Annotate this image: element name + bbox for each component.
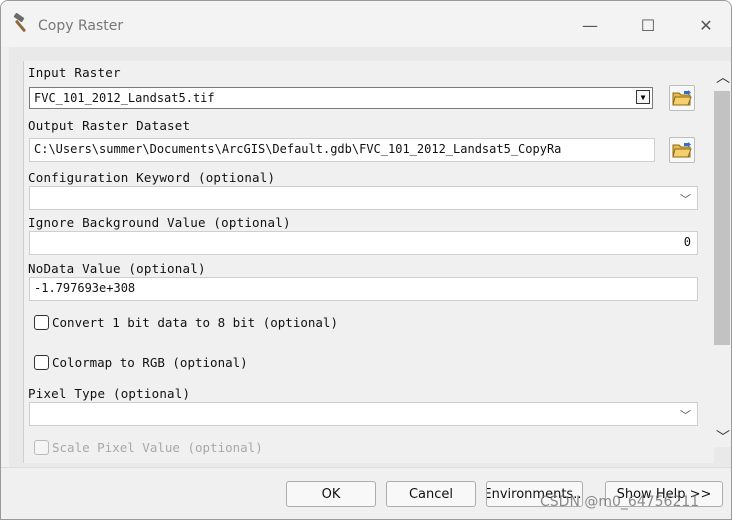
ignore-background-field[interactable]: 0 [29, 231, 698, 255]
scroll-down-arrow-icon[interactable]: ﹀ [716, 427, 730, 447]
copy-raster-dialog: Copy Raster — ☐ ✕ Input Raster FVC_101_2… [0, 0, 732, 520]
colormap-rgb-label: Colormap to RGB (optional) [52, 355, 248, 370]
pixel-type-select[interactable]: ﹀ [29, 402, 698, 426]
folder-open-icon[interactable] [669, 85, 695, 111]
output-raster-field[interactable]: C:\Users\summer\Documents\ArcGIS\Default… [29, 138, 655, 162]
pixel-type-label: Pixel Type (optional) [28, 386, 191, 401]
input-raster-label: Input Raster [28, 65, 121, 80]
chevron-down-icon: ﹀ [680, 193, 691, 206]
colormap-rgb-checkbox[interactable] [34, 355, 49, 370]
parameters-panel: Input Raster FVC_101_2012_Landsat5.tif ▼… [23, 61, 714, 463]
ignore-background-label: Ignore Background Value (optional) [28, 215, 291, 230]
window-title: Copy Raster [38, 18, 124, 34]
output-raster-value: C:\Users\summer\Documents\ArcGIS\Default… [34, 142, 562, 156]
input-raster-combo[interactable]: FVC_101_2012_Landsat5.tif ▼ [29, 87, 653, 109]
nodata-value: -1.797693e+308 [34, 281, 136, 295]
scale-pixel-label: Scale Pixel Value (optional) [52, 440, 263, 455]
cancel-button[interactable]: Cancel [386, 481, 476, 507]
close-button[interactable]: ✕ [690, 11, 722, 39]
chevron-down-icon: ﹀ [680, 409, 691, 422]
scroll-thumb[interactable] [714, 91, 730, 345]
chevron-down-icon[interactable]: ▼ [636, 90, 650, 104]
hammer-icon [11, 12, 33, 35]
watermark-text: CSDN @m0_64756211 [540, 494, 700, 510]
vertical-scrollbar[interactable]: ︿ ﹀ [712, 61, 731, 447]
input-raster-value: FVC_101_2012_Landsat5.tif [34, 91, 215, 105]
scroll-up-arrow-icon[interactable]: ︿ [716, 67, 730, 87]
nodata-field[interactable]: -1.797693e+308 [29, 277, 698, 301]
convert-1bit-checkbox[interactable] [34, 315, 49, 330]
nodata-label: NoData Value (optional) [28, 261, 206, 276]
output-raster-label: Output Raster Dataset [28, 118, 191, 133]
title-bar: Copy Raster — ☐ ✕ [1, 1, 731, 47]
dialog-content: Input Raster FVC_101_2012_Landsat5.tif ▼… [9, 47, 731, 467]
convert-1bit-label: Convert 1 bit data to 8 bit (optional) [52, 315, 338, 330]
folder-open-icon[interactable] [669, 137, 695, 163]
minimize-button[interactable]: — [574, 11, 606, 39]
scale-pixel-checkbox [34, 440, 49, 455]
ignore-background-value: 0 [683, 235, 691, 249]
config-keyword-select[interactable]: ﹀ [29, 186, 698, 210]
maximize-button[interactable]: ☐ [632, 11, 664, 39]
config-keyword-label: Configuration Keyword (optional) [28, 170, 276, 185]
ok-button[interactable]: OK [286, 481, 376, 507]
